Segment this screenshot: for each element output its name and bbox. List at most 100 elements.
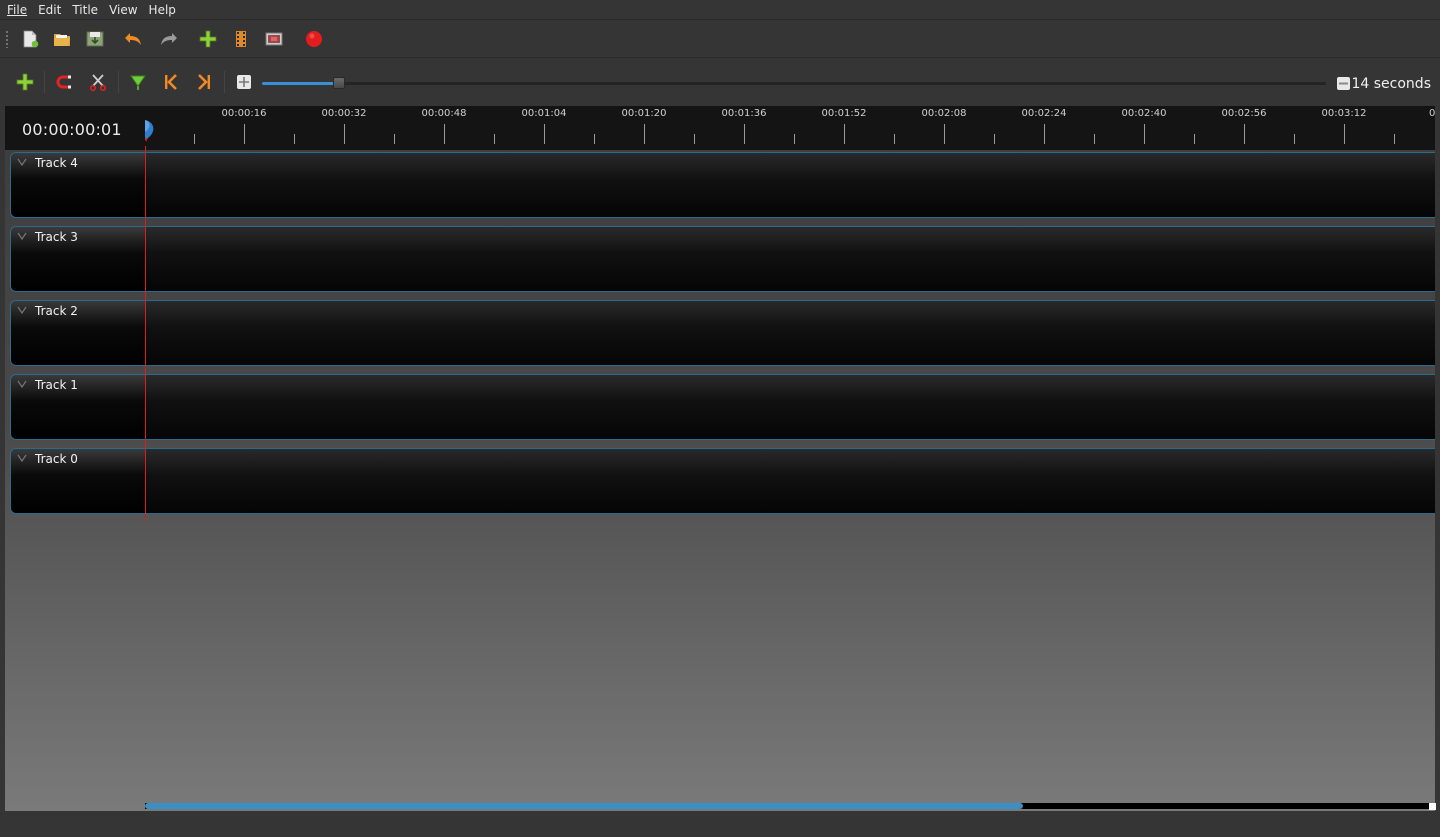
track-header[interactable]: Track 2 bbox=[11, 301, 146, 365]
ruler-minor-tick bbox=[494, 134, 495, 144]
toolbar-separator bbox=[44, 71, 45, 93]
fullscreen-button[interactable] bbox=[263, 28, 285, 50]
ruler-tick-label: 00:00:16 bbox=[221, 108, 267, 119]
ruler-major-tick bbox=[944, 124, 945, 144]
ruler-major-tick bbox=[744, 124, 745, 144]
ruler-tick-label: 00:01:20 bbox=[621, 108, 667, 119]
ruler-minor-tick bbox=[594, 134, 595, 144]
ruler-tick-label: 00:02:08 bbox=[921, 108, 967, 119]
track-row[interactable]: Track 1 bbox=[10, 374, 1435, 440]
choose-profile-icon bbox=[236, 31, 246, 47]
menu-edit-label: Edit bbox=[38, 2, 62, 17]
razor-icon bbox=[89, 74, 107, 92]
current-timecode: 00:00:00:01 bbox=[22, 120, 122, 139]
timeline-panel[interactable]: 00:00:00:01 00:00:16 00:00:32 00:00:48 00:0… bbox=[5, 106, 1435, 811]
toolbar-separator bbox=[118, 71, 119, 93]
menu-bar: File Edit Title View Help bbox=[0, 0, 1440, 20]
save-project-button[interactable] bbox=[84, 28, 106, 50]
export-video-button[interactable] bbox=[303, 28, 325, 50]
ruler-major-tick bbox=[344, 124, 345, 144]
add-track-icon bbox=[16, 73, 34, 91]
ruler-minor-tick bbox=[894, 134, 895, 144]
menu-file[interactable]: File bbox=[0, 3, 34, 17]
next-marker-icon bbox=[198, 74, 210, 90]
undo-icon bbox=[125, 33, 141, 45]
undo-button[interactable] bbox=[122, 28, 144, 50]
track-row[interactable]: Track 4 bbox=[10, 152, 1435, 218]
save-project-icon bbox=[86, 31, 104, 47]
add-marker-icon bbox=[130, 75, 146, 90]
track-row[interactable]: Track 0 bbox=[10, 448, 1435, 514]
openshot-window: File Edit Title View Help 14 seconds 00:… bbox=[0, 0, 1440, 837]
ruler-minor-tick bbox=[1294, 134, 1295, 144]
razor-button[interactable] bbox=[87, 71, 109, 93]
zoom-label: 14 seconds bbox=[1351, 76, 1432, 92]
snapping-button[interactable] bbox=[54, 71, 76, 93]
previous-marker-button[interactable] bbox=[160, 71, 182, 93]
ruler-major-tick bbox=[1044, 124, 1045, 144]
menu-edit[interactable]: Edit bbox=[34, 3, 68, 17]
menu-title[interactable]: Title bbox=[68, 3, 105, 17]
ruler-tick-label: 00:00:32 bbox=[321, 108, 367, 119]
menu-help[interactable]: Help bbox=[145, 3, 183, 17]
track-row[interactable]: Track 3 bbox=[10, 226, 1435, 292]
chevron-down-icon[interactable] bbox=[17, 306, 27, 314]
menu-file-label: File bbox=[7, 2, 28, 17]
track-header[interactable]: Track 3 bbox=[11, 227, 146, 291]
scrollbar-thumb[interactable] bbox=[145, 803, 1023, 809]
toolbar-grip[interactable] bbox=[5, 30, 9, 48]
center-playhead-icon bbox=[237, 75, 251, 89]
ruler-minor-tick bbox=[1394, 134, 1395, 144]
next-marker-button[interactable] bbox=[193, 71, 215, 93]
new-project-icon bbox=[23, 30, 39, 48]
track-header[interactable]: Track 1 bbox=[11, 375, 146, 439]
ruler-major-tick bbox=[1244, 124, 1245, 144]
ruler-minor-tick bbox=[1194, 134, 1195, 144]
center-playhead-button[interactable] bbox=[233, 71, 255, 93]
ruler-major-tick bbox=[1344, 124, 1345, 144]
toolbar-separator bbox=[224, 71, 225, 93]
chevron-down-icon[interactable] bbox=[17, 454, 27, 462]
ruler-minor-tick bbox=[694, 134, 695, 144]
main-toolbar bbox=[0, 20, 1440, 58]
playhead-handle[interactable] bbox=[142, 118, 158, 142]
fullscreen-icon bbox=[265, 32, 283, 46]
track-row[interactable]: Track 2 bbox=[10, 300, 1435, 366]
ruler-minor-tick bbox=[994, 134, 995, 144]
chevron-down-icon[interactable] bbox=[17, 380, 27, 388]
redo-button[interactable] bbox=[158, 28, 180, 50]
menu-view-label: View bbox=[109, 2, 138, 17]
track-name: Track 0 bbox=[35, 452, 78, 466]
track-name: Track 4 bbox=[35, 156, 78, 170]
timeline-ruler[interactable]: 00:00:00:01 00:00:16 00:00:32 00:00:48 00:0… bbox=[5, 106, 1435, 150]
chevron-down-icon[interactable] bbox=[17, 232, 27, 240]
ruler-major-tick bbox=[444, 124, 445, 144]
export-video-icon bbox=[306, 31, 322, 47]
track-header[interactable]: Track 4 bbox=[11, 153, 146, 217]
add-marker-button[interactable] bbox=[127, 71, 149, 93]
ruler-major-tick bbox=[544, 124, 545, 144]
new-project-button[interactable] bbox=[19, 28, 41, 50]
ruler-tick-label: 00:01:52 bbox=[821, 108, 867, 119]
zoom-icon bbox=[1337, 77, 1350, 90]
open-project-button[interactable] bbox=[51, 28, 73, 50]
import-files-button[interactable] bbox=[197, 28, 219, 50]
import-files-icon bbox=[199, 30, 217, 48]
zoom-slider-handle[interactable] bbox=[332, 77, 345, 89]
zoom-slider[interactable] bbox=[262, 77, 1326, 89]
ruler-minor-tick bbox=[294, 134, 295, 144]
ruler-tick-label: 00: bbox=[1429, 108, 1435, 119]
track-header[interactable]: Track 0 bbox=[11, 449, 146, 513]
playhead-line bbox=[145, 146, 146, 520]
add-track-button[interactable] bbox=[14, 71, 36, 93]
open-project-icon bbox=[54, 34, 70, 46]
ruler-major-tick bbox=[1144, 124, 1145, 144]
ruler-tick-label: 00:02:24 bbox=[1021, 108, 1067, 119]
choose-profile-button[interactable] bbox=[230, 28, 252, 50]
ruler-tick-label: 00:03:12 bbox=[1321, 108, 1367, 119]
timeline-horizontal-scrollbar[interactable] bbox=[145, 803, 1430, 809]
chevron-down-icon[interactable] bbox=[17, 158, 27, 166]
ruler-major-tick bbox=[844, 124, 845, 144]
track-name: Track 3 bbox=[35, 230, 78, 244]
menu-view[interactable]: View bbox=[105, 3, 144, 17]
